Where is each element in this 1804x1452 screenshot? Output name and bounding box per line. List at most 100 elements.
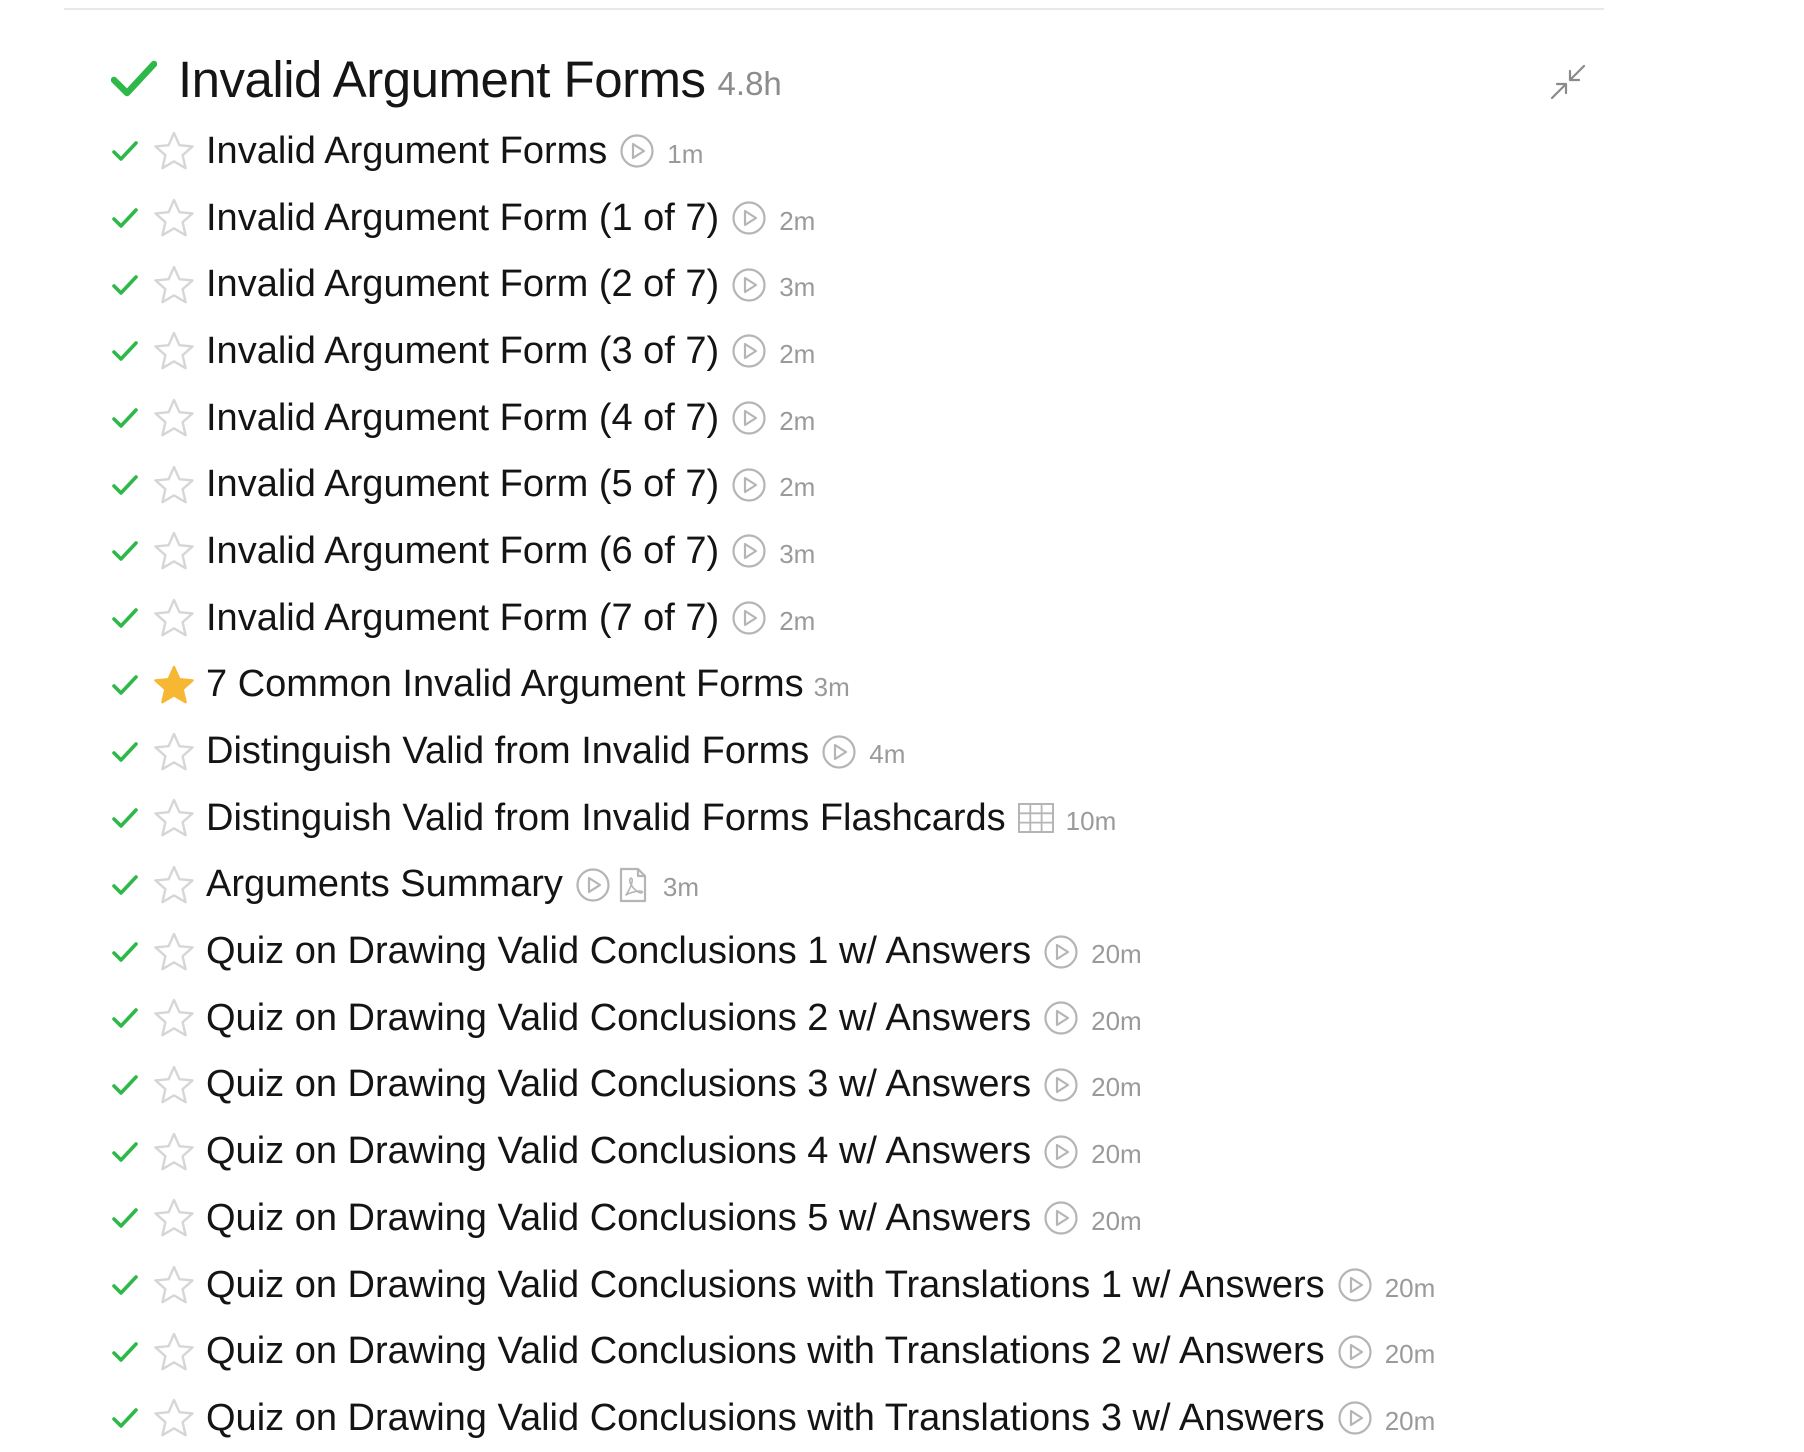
lesson-row[interactable]: Invalid Argument Form (3 of 7) 2m: [110, 318, 1590, 385]
star-outline-icon[interactable]: [152, 1330, 196, 1374]
lesson-title[interactable]: Arguments Summary: [206, 863, 563, 906]
lesson-row[interactable]: Invalid Argument Forms 1m: [110, 118, 1590, 185]
lesson-title[interactable]: Quiz on Drawing Valid Conclusions 2 w/ A…: [206, 997, 1031, 1040]
lesson-duration: 20m: [1384, 1339, 1436, 1370]
lesson-title[interactable]: Quiz on Drawing Valid Conclusions 3 w/ A…: [206, 1063, 1031, 1106]
play-video-icon: [729, 598, 769, 638]
lesson-row[interactable]: Invalid Argument Form (1 of 7) 2m: [110, 185, 1590, 252]
lesson-title[interactable]: Quiz on Drawing Valid Conclusions 4 w/ A…: [206, 1130, 1031, 1173]
lesson-row[interactable]: Invalid Argument Form (2 of 7) 3m: [110, 251, 1590, 318]
lesson-row[interactable]: Distinguish Valid from Invalid Forms 4m: [110, 718, 1590, 785]
lesson-title[interactable]: Distinguish Valid from Invalid Forms Fla…: [206, 797, 1006, 840]
lesson-row[interactable]: Distinguish Valid from Invalid Forms Fla…: [110, 785, 1590, 852]
star-outline-icon[interactable]: [152, 1263, 196, 1307]
play-video-icon: [1335, 1332, 1375, 1372]
lesson-row[interactable]: Invalid Argument Form (4 of 7) 2m: [110, 385, 1590, 452]
lesson-duration: 3m: [779, 538, 816, 569]
completed-check-icon: [110, 603, 140, 633]
top-divider: [64, 8, 1604, 10]
lesson-duration: 1m: [667, 138, 704, 169]
completed-check-icon: [110, 737, 140, 767]
lesson-duration: 4m: [869, 739, 906, 770]
lesson-duration: 2m: [779, 205, 816, 236]
lesson-title[interactable]: Invalid Argument Form (4 of 7): [206, 397, 719, 440]
lesson-duration: 2m: [779, 405, 816, 436]
lesson-row[interactable]: Quiz on Drawing Valid Conclusions with T…: [110, 1385, 1590, 1452]
star-outline-icon[interactable]: [152, 396, 196, 440]
lesson-title[interactable]: Quiz on Drawing Valid Conclusions 1 w/ A…: [206, 930, 1031, 973]
lesson-row[interactable]: Quiz on Drawing Valid Conclusions 2 w/ A…: [110, 985, 1590, 1052]
lesson-title[interactable]: Invalid Argument Form (3 of 7): [206, 330, 719, 373]
lesson-row[interactable]: Quiz on Drawing Valid Conclusions with T…: [110, 1252, 1590, 1319]
play-video-icon: [729, 531, 769, 571]
play-video-icon: [1335, 1265, 1375, 1305]
play-video-icon: [1335, 1398, 1375, 1438]
lesson-duration: 10m: [1065, 805, 1117, 836]
lesson-row[interactable]: Quiz on Drawing Valid Conclusions 5 w/ A…: [110, 1185, 1590, 1252]
lesson-row[interactable]: Invalid Argument Form (5 of 7) 2m: [110, 451, 1590, 518]
completed-check-icon: [110, 403, 140, 433]
star-outline-icon[interactable]: [152, 996, 196, 1040]
lesson-title[interactable]: Invalid Argument Forms: [206, 130, 607, 173]
lesson-title[interactable]: Invalid Argument Form (2 of 7): [206, 263, 719, 306]
star-outline-icon[interactable]: [152, 196, 196, 240]
play-video-icon: [617, 131, 657, 171]
lesson-title[interactable]: Quiz on Drawing Valid Conclusions with T…: [206, 1330, 1325, 1373]
section-complete-check-icon: [110, 57, 158, 101]
lesson-title[interactable]: Invalid Argument Form (1 of 7): [206, 197, 719, 240]
star-outline-icon[interactable]: [152, 863, 196, 907]
star-outline-icon[interactable]: [152, 1196, 196, 1240]
flashcards-grid-icon: [1016, 798, 1056, 838]
lesson-duration: 20m: [1091, 1072, 1142, 1103]
star-outline-icon[interactable]: [152, 463, 196, 507]
lesson-duration: 20m: [1091, 1005, 1142, 1036]
lesson-duration: 3m: [813, 672, 850, 703]
lesson-duration: 20m: [1384, 1272, 1436, 1303]
star-outline-icon[interactable]: [152, 930, 196, 974]
lesson-title[interactable]: Quiz on Drawing Valid Conclusions 5 w/ A…: [206, 1197, 1031, 1240]
lesson-row[interactable]: Quiz on Drawing Valid Conclusions 4 w/ A…: [110, 1118, 1590, 1185]
completed-check-icon: [110, 270, 140, 300]
star-outline-icon[interactable]: [152, 1130, 196, 1174]
lesson-title[interactable]: Quiz on Drawing Valid Conclusions with T…: [206, 1397, 1325, 1440]
lesson-title[interactable]: Invalid Argument Form (6 of 7): [206, 530, 719, 573]
completed-check-icon: [110, 1137, 140, 1167]
lesson-row[interactable]: Invalid Argument Form (7 of 7) 2m: [110, 585, 1590, 652]
completed-check-icon: [110, 803, 140, 833]
star-outline-icon[interactable]: [152, 529, 196, 573]
play-video-icon: [1041, 998, 1081, 1038]
lesson-title[interactable]: Invalid Argument Form (5 of 7): [206, 463, 719, 506]
section-header: Invalid Argument Forms 4.8h: [110, 44, 1590, 114]
lesson-row[interactable]: 7 Common Invalid Argument Forms 3m: [110, 652, 1590, 719]
lesson-title[interactable]: Distinguish Valid from Invalid Forms: [206, 730, 809, 773]
lesson-title[interactable]: Invalid Argument Form (7 of 7): [206, 597, 719, 640]
lesson-title[interactable]: Quiz on Drawing Valid Conclusions with T…: [206, 1264, 1325, 1307]
collapse-section-button[interactable]: [1546, 60, 1590, 104]
lesson-row[interactable]: Quiz on Drawing Valid Conclusions with T…: [110, 1318, 1590, 1385]
star-outline-icon[interactable]: [152, 796, 196, 840]
star-outline-icon[interactable]: [152, 129, 196, 173]
lesson-row[interactable]: Arguments Summary 3m: [110, 852, 1590, 919]
star-outline-icon[interactable]: [152, 596, 196, 640]
play-video-icon: [1041, 1132, 1081, 1172]
lesson-list: Invalid Argument Forms 1m Invalid Argument…: [110, 118, 1590, 1452]
completed-check-icon: [110, 1203, 140, 1233]
section-duration: 4.8h: [717, 65, 782, 102]
play-video-icon: [729, 265, 769, 305]
star-outline-icon[interactable]: [152, 329, 196, 373]
completed-check-icon: [110, 1403, 140, 1433]
star-outline-icon[interactable]: [152, 1396, 196, 1440]
star-outline-icon[interactable]: [152, 1063, 196, 1107]
star-filled-icon[interactable]: [152, 663, 196, 707]
lesson-title[interactable]: 7 Common Invalid Argument Forms: [206, 663, 804, 706]
play-video-icon: [1041, 1198, 1081, 1238]
lesson-row[interactable]: Invalid Argument Form (6 of 7) 3m: [110, 518, 1590, 585]
lesson-row[interactable]: Quiz on Drawing Valid Conclusions 1 w/ A…: [110, 918, 1590, 985]
completed-check-icon: [110, 536, 140, 566]
pdf-document-icon: [613, 865, 653, 905]
lesson-duration: 2m: [779, 472, 816, 503]
star-outline-icon[interactable]: [152, 730, 196, 774]
lesson-row[interactable]: Quiz on Drawing Valid Conclusions 3 w/ A…: [110, 1052, 1590, 1119]
star-outline-icon[interactable]: [152, 263, 196, 307]
play-video-icon: [819, 732, 859, 772]
